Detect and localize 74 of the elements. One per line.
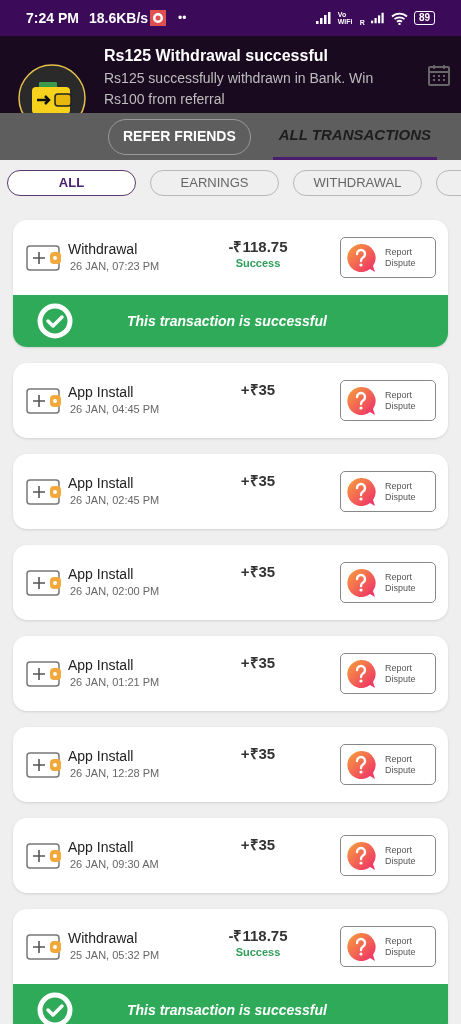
- transaction-amount: +₹35: [240, 381, 276, 400]
- report-dispute-button[interactable]: Report Dispute: [340, 744, 436, 785]
- transaction-time: 26 JAN, 02:00 PM: [70, 585, 161, 600]
- calendar-icon: [427, 62, 451, 87]
- success-message: This transaction is successful: [127, 1000, 327, 1020]
- question-bubble-icon: [345, 384, 377, 417]
- wallet-add-icon: [26, 659, 62, 688]
- signal-icon: [315, 12, 332, 24]
- transaction-amount: +₹35: [240, 563, 276, 582]
- question-bubble-icon: [345, 475, 377, 508]
- transaction-status: Success: [235, 945, 281, 960]
- transaction-title: App Install: [68, 747, 135, 766]
- transaction-time: 26 JAN, 07:23 PM: [70, 260, 161, 275]
- question-bubble-icon: [345, 839, 377, 872]
- question-bubble-icon: [345, 657, 377, 690]
- transaction-time: 26 JAN, 12:28 PM: [70, 767, 161, 782]
- transaction-card[interactable]: Withdrawal 25 JAN, 05:32 PM -₹118.75 Success Report Dispute This transaction is successful: [13, 909, 448, 1024]
- transaction-title: Withdrawal: [68, 240, 139, 259]
- app-notification-icon: [150, 10, 167, 26]
- report-dispute-button[interactable]: Report Dispute: [340, 562, 436, 603]
- report-dispute-button[interactable]: Report Dispute: [340, 380, 436, 421]
- question-bubble-icon: [345, 930, 377, 963]
- transaction-time: 25 JAN, 05:32 PM: [70, 949, 161, 964]
- transaction-time: 26 JAN, 04:45 PM: [70, 403, 161, 418]
- notification-body: Rs125 successfully withdrawn in Bank. Win Rs100 from referral: [104, 69, 375, 109]
- transaction-amount: +₹35: [240, 745, 276, 764]
- report-dispute-button[interactable]: Report Dispute: [340, 237, 436, 278]
- wallet-add-icon: [26, 932, 62, 961]
- transaction-title: App Install: [68, 383, 135, 402]
- transaction-title: App Install: [68, 656, 135, 675]
- more-dots: ••: [178, 10, 187, 27]
- transaction-title: Withdrawal: [68, 929, 139, 948]
- transaction-card[interactable]: App Install 26 JAN, 02:00 PM +₹35 Report Dispute: [13, 545, 448, 620]
- transaction-amount: +₹35: [240, 472, 276, 491]
- report-dispute-button[interactable]: Report Dispute: [340, 653, 436, 694]
- transaction-amount: -₹118.75: [228, 927, 288, 946]
- transaction-amount: -₹118.75: [228, 238, 288, 257]
- network-speed: 18.6KB/s: [88, 8, 149, 28]
- transaction-card[interactable]: App Install 26 JAN, 04:45 PM +₹35 Report Dispute: [13, 363, 448, 438]
- filter-chip[interactable]: ALL: [7, 170, 136, 196]
- report-dispute-button[interactable]: Report Dispute: [340, 471, 436, 512]
- transaction-status: Success: [235, 256, 281, 271]
- wallet-add-icon: [26, 243, 62, 272]
- transaction-title: App Install: [68, 565, 135, 584]
- transaction-amount: +₹35: [240, 836, 276, 855]
- report-dispute-button[interactable]: Report Dispute: [340, 926, 436, 967]
- status-time: 7:24 PM: [26, 8, 79, 28]
- question-bubble-icon: [345, 241, 377, 274]
- wallet-add-icon: [26, 750, 62, 779]
- transaction-title: App Install: [68, 474, 135, 493]
- wallet-add-icon: [26, 477, 62, 506]
- transaction-title: App Install: [68, 838, 135, 857]
- wallet-add-icon: [26, 568, 62, 597]
- success-message: This transaction is successful: [127, 311, 327, 331]
- transaction-amount: +₹35: [240, 654, 276, 673]
- check-circle-icon: [37, 303, 73, 339]
- notification-banner[interactable]: Rs125 Withdrawal successful Rs125 successfully withdrawn in Bank. Win Rs100 from referral REFER FRIENDS ALL TRANSACTIONS: [0, 36, 461, 160]
- report-dispute-button[interactable]: Report Dispute: [340, 835, 436, 876]
- battery-indicator: 89: [413, 11, 435, 25]
- wallet-add-icon: [26, 386, 62, 415]
- wifi-icon: [390, 11, 408, 25]
- transaction-card[interactable]: App Install 26 JAN, 12:28 PM +₹35 Report Dispute: [13, 727, 448, 802]
- transaction-time: 26 JAN, 02:45 PM: [70, 494, 161, 509]
- question-bubble-icon: [345, 748, 377, 781]
- question-bubble-icon: [345, 566, 377, 599]
- transaction-time: 26 JAN, 01:21 PM: [70, 676, 161, 691]
- notification-title: Rs125 Withdrawal successful: [104, 46, 329, 66]
- signal-icon: [370, 12, 385, 24]
- wallet-add-icon: [26, 841, 62, 870]
- transaction-time: 26 JAN, 09:30 AM: [70, 858, 160, 873]
- transaction-card[interactable]: Withdrawal 26 JAN, 07:23 PM -₹118.75 Success Report Dispute This transaction is successful: [13, 220, 448, 347]
- transaction-card[interactable]: App Install 26 JAN, 09:30 AM +₹35 Report Dispute: [13, 818, 448, 893]
- transaction-card[interactable]: App Install 26 JAN, 02:45 PM +₹35 Report Dispute: [13, 454, 448, 529]
- transaction-card[interactable]: App Install 26 JAN, 01:21 PM +₹35 Report Dispute: [13, 636, 448, 711]
